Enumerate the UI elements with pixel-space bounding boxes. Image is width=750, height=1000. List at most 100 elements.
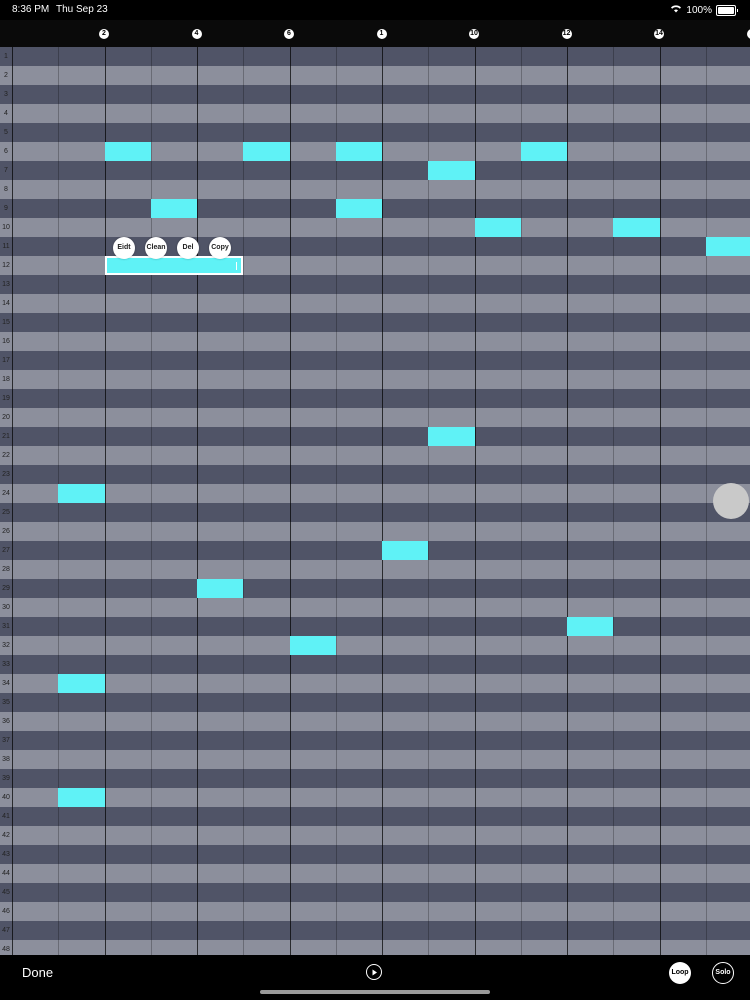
grid-row[interactable]: 1	[0, 47, 750, 66]
ruler-marker[interactable]: 12	[561, 29, 572, 39]
note[interactable]	[335, 199, 382, 218]
ruler-marker[interactable]: 1	[746, 29, 750, 39]
note[interactable]	[382, 541, 429, 560]
row-number: 16	[2, 338, 10, 345]
row-number: 26	[2, 528, 10, 535]
note[interactable]	[520, 142, 567, 161]
row-number: 13	[2, 281, 10, 288]
note[interactable]	[58, 484, 105, 503]
grid-row[interactable]: 47	[0, 921, 750, 940]
grid-row[interactable]: 40	[0, 788, 750, 807]
ruler-marker[interactable]: 2	[99, 29, 109, 39]
row-number: 11	[2, 243, 10, 250]
row-number: 44	[2, 870, 10, 877]
grid-row[interactable]: 45	[0, 883, 750, 902]
ruler-marker[interactable]: 4	[191, 29, 202, 39]
note[interactable]	[104, 142, 151, 161]
grid-row[interactable]: 7	[0, 161, 750, 180]
grid-row[interactable]: 14	[0, 294, 750, 313]
grid-row[interactable]: 8	[0, 180, 750, 199]
scroll-handle[interactable]	[713, 483, 749, 519]
grid-row[interactable]: 31	[0, 617, 750, 636]
grid-row[interactable]: 38	[0, 750, 750, 769]
grid-row[interactable]: 27	[0, 541, 750, 560]
row-number: 33	[2, 661, 10, 668]
row-number: 18	[2, 376, 10, 383]
row-number: 15	[2, 319, 10, 326]
play-button[interactable]	[366, 964, 382, 980]
note[interactable]	[150, 199, 197, 218]
note[interactable]	[58, 788, 105, 807]
copy-button[interactable]: Copy	[209, 237, 231, 259]
grid-row[interactable]: 24	[0, 484, 750, 503]
grid-row[interactable]: 30	[0, 598, 750, 617]
delete-button[interactable]: Del	[177, 237, 199, 259]
grid-row[interactable]: 26	[0, 522, 750, 541]
note[interactable]	[613, 218, 660, 237]
row-number: 35	[2, 699, 10, 706]
grid-row[interactable]: 2	[0, 66, 750, 85]
step-divider	[428, 47, 430, 955]
grid-row[interactable]: 3	[0, 85, 750, 104]
clean-button[interactable]: Clean	[145, 237, 167, 259]
grid-row[interactable]: 32	[0, 636, 750, 655]
grid-row[interactable]: 18	[0, 370, 750, 389]
ruler-marker[interactable]: 10	[469, 29, 479, 39]
piano-roll-grid[interactable]: 1 2 3 4 5 6 7 8 9 10 11 12 13 14 15 16 17 18 19 20 21 22 23 24 2…	[0, 47, 750, 955]
grid-row[interactable]: 39	[0, 769, 750, 788]
grid-row[interactable]: 13	[0, 275, 750, 294]
ruler-marker[interactable]: 14	[654, 29, 664, 39]
ruler-marker[interactable]: 1	[376, 29, 387, 39]
note[interactable]	[58, 674, 105, 693]
note[interactable]	[289, 636, 336, 655]
grid-row[interactable]: 41	[0, 807, 750, 826]
grid-row[interactable]: 5	[0, 123, 750, 142]
note[interactable]	[428, 161, 475, 180]
row-number: 19	[2, 395, 10, 402]
row-number: 23	[2, 471, 10, 478]
grid-row[interactable]: 21	[0, 427, 750, 446]
grid-row[interactable]: 44	[0, 864, 750, 883]
step-divider	[705, 47, 707, 955]
grid-row[interactable]: 29	[0, 579, 750, 598]
note[interactable]	[428, 427, 475, 446]
grid-row[interactable]: 28	[0, 560, 750, 579]
grid-row[interactable]: 16	[0, 332, 750, 351]
note[interactable]	[567, 617, 614, 636]
grid-row[interactable]: 25	[0, 503, 750, 522]
row-number: 2	[4, 72, 8, 79]
status-date: Thu Sep 23	[56, 4, 108, 15]
grid-row[interactable]: 37	[0, 731, 750, 750]
note[interactable]	[474, 218, 521, 237]
note[interactable]	[335, 142, 382, 161]
step-divider	[613, 47, 615, 955]
grid-row[interactable]: 19	[0, 389, 750, 408]
done-button[interactable]: Done	[22, 965, 53, 980]
note[interactable]	[705, 237, 750, 256]
row-number: 22	[2, 452, 10, 459]
grid-row[interactable]: 36	[0, 712, 750, 731]
loop-button[interactable]: Loop	[669, 962, 691, 984]
grid-row[interactable]: 15	[0, 313, 750, 332]
ruler-marker[interactable]: 6	[284, 29, 294, 39]
row-number: 31	[2, 623, 10, 630]
row-number: 36	[2, 718, 10, 725]
grid-row[interactable]: 17	[0, 351, 750, 370]
note[interactable]	[197, 579, 244, 598]
grid-row[interactable]: 46	[0, 902, 750, 921]
edit-button[interactable]: Eidt	[113, 237, 135, 259]
timeline-ruler[interactable]: 2 4 6 1 10 12 14 1	[0, 20, 750, 47]
grid-row[interactable]: 23	[0, 465, 750, 484]
grid-row[interactable]: 33	[0, 655, 750, 674]
grid-row[interactable]: 43	[0, 845, 750, 864]
grid-row[interactable]: 34	[0, 674, 750, 693]
grid-row[interactable]: 4	[0, 104, 750, 123]
grid-row[interactable]: 48	[0, 940, 750, 955]
grid-row[interactable]: 42	[0, 826, 750, 845]
grid-row[interactable]: 20	[0, 408, 750, 427]
solo-button[interactable]: Solo	[712, 962, 734, 984]
note[interactable]	[243, 142, 290, 161]
row-number: 5	[4, 129, 8, 136]
grid-row[interactable]: 22	[0, 446, 750, 465]
grid-row[interactable]: 35	[0, 693, 750, 712]
